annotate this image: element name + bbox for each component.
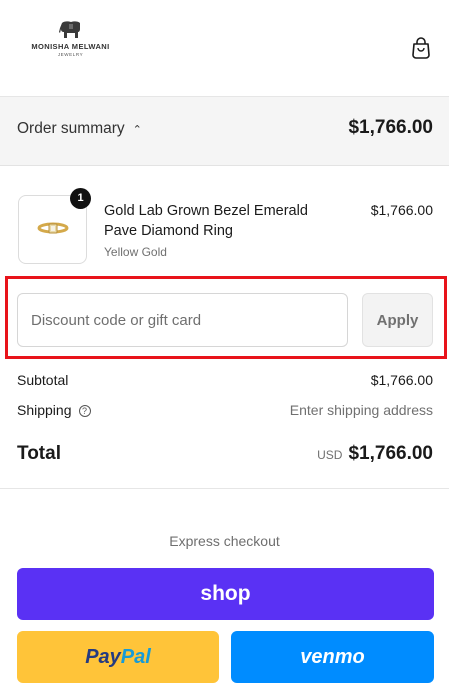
ring-image <box>37 222 69 234</box>
shop-pay-button[interactable]: shop <box>17 568 434 620</box>
checkout-header: MONISHA MELWANI JEWELRY <box>0 0 449 97</box>
subtotal-label: Subtotal <box>17 372 69 388</box>
brand-logo[interactable]: MONISHA MELWANI JEWELRY <box>23 20 118 70</box>
order-summary-label: Order summary <box>17 120 125 137</box>
brand-subtitle: JEWELRY <box>57 52 84 57</box>
section-divider <box>0 488 449 489</box>
order-summary-total: $1,766.00 <box>348 117 433 138</box>
question-circle-icon[interactable]: ? <box>78 405 91 417</box>
product-price: $1,766.00 <box>370 202 433 218</box>
paypal-pay-text: Pay <box>85 645 121 668</box>
total-label: Total <box>17 443 61 464</box>
venmo-button[interactable]: venmo <box>231 631 434 683</box>
product-variant: Yellow Gold <box>104 245 167 259</box>
shipping-value: Enter shipping address <box>289 402 433 418</box>
shipping-label: Shipping <box>17 402 72 418</box>
total-row: Total USD $1,766.00 <box>17 443 433 465</box>
apply-discount-button[interactable]: Apply <box>362 293 433 347</box>
paypal-pal-text: Pal <box>120 645 151 668</box>
line-item: 1 Gold Lab Grown Bezel Emerald Pave Diam… <box>0 166 449 276</box>
subtotal-value: $1,766.00 <box>370 372 433 388</box>
total-value: $1,766.00 <box>348 443 433 464</box>
subtotal-row: Subtotal $1,766.00 <box>17 372 433 388</box>
brand-name: MONISHA MELWANI <box>31 42 110 51</box>
discount-section: Apply <box>0 276 449 360</box>
order-summary-bar[interactable]: Order summary ⌃ $1,766.00 <box>0 97 449 166</box>
currency-code: USD <box>317 448 343 462</box>
shipping-row: Shipping? Enter shipping address <box>17 402 433 418</box>
express-checkout-label: Express checkout <box>169 533 280 549</box>
chevron-up-icon: ⌃ <box>132 123 142 136</box>
discount-code-input[interactable] <box>17 293 348 347</box>
shopping-bag-icon[interactable] <box>411 37 431 59</box>
quantity-badge: 1 <box>70 188 91 209</box>
elephant-logo-icon <box>58 21 80 38</box>
product-name: Gold Lab Grown Bezel Emerald Pave Diamon… <box>104 203 308 239</box>
paypal-button[interactable]: PayPal <box>17 631 219 683</box>
order-summary-toggle[interactable]: Order summary ⌃ <box>17 120 142 138</box>
